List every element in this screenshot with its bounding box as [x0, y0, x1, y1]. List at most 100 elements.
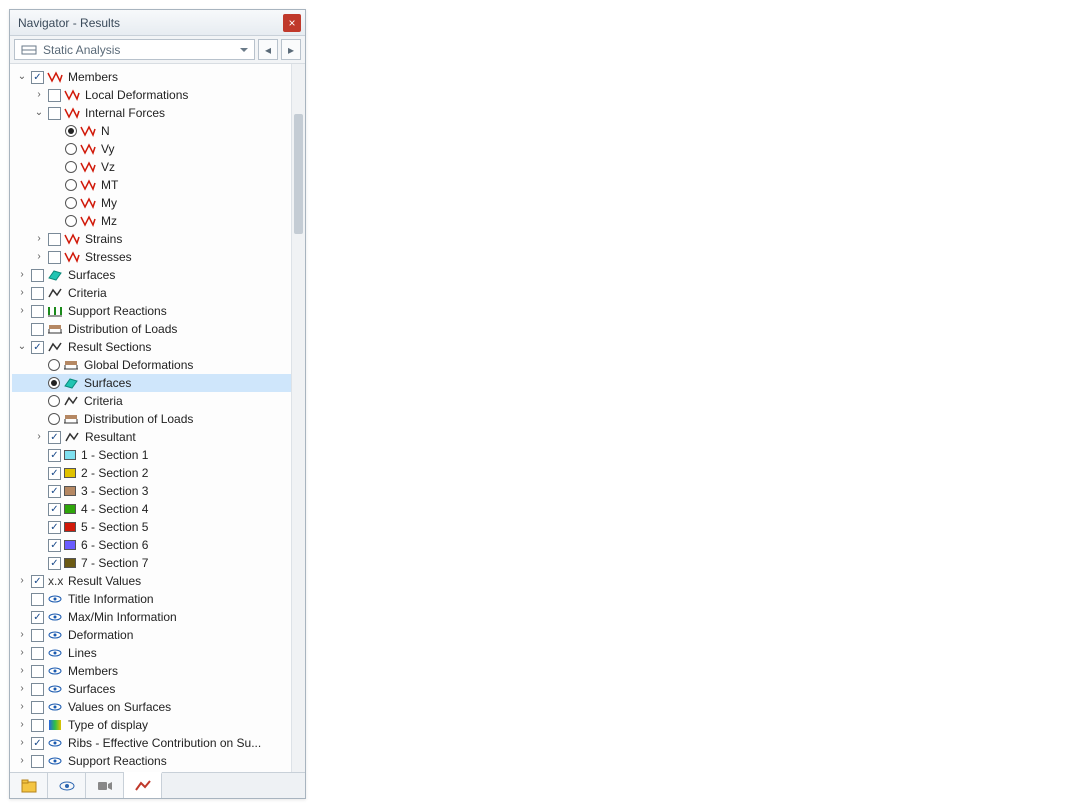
tree-row[interactable]: Distribution of Loads — [12, 320, 291, 338]
tree-row[interactable]: 5 - Section 5 — [12, 518, 291, 536]
tree-checkbox[interactable] — [31, 575, 44, 588]
tree-checkbox[interactable] — [48, 539, 61, 552]
analysis-type-dropdown[interactable]: Static Analysis — [14, 39, 255, 60]
tree-row[interactable]: N — [12, 122, 291, 140]
tree-radio[interactable] — [65, 215, 77, 227]
tree-row[interactable]: ⌄Result Sections — [12, 338, 291, 356]
tab-project[interactable] — [10, 773, 48, 798]
chevron-right-icon[interactable]: › — [16, 287, 28, 299]
tree-row[interactable]: 2 - Section 2 — [12, 464, 291, 482]
chevron-right-icon[interactable]: › — [16, 629, 28, 641]
chevron-down-icon[interactable]: ⌄ — [16, 341, 28, 353]
tree-checkbox[interactable] — [31, 629, 44, 642]
tree-checkbox[interactable] — [48, 431, 61, 444]
chevron-down-icon[interactable]: ⌄ — [33, 107, 45, 119]
tree-checkbox[interactable] — [48, 251, 61, 264]
tree-row[interactable]: ›Local Deformations — [12, 86, 291, 104]
tree-checkbox[interactable] — [31, 341, 44, 354]
tree-checkbox[interactable] — [48, 521, 61, 534]
tree-row[interactable]: 6 - Section 6 — [12, 536, 291, 554]
tree-row[interactable]: Mz — [12, 212, 291, 230]
tree-row[interactable]: ⌄Members — [12, 68, 291, 86]
tree-row[interactable]: ›Lines — [12, 644, 291, 662]
tree-checkbox[interactable] — [31, 593, 44, 606]
tree-checkbox[interactable] — [31, 683, 44, 696]
tree-row[interactable]: 3 - Section 3 — [12, 482, 291, 500]
chevron-right-icon[interactable]: › — [16, 737, 28, 749]
tree-row[interactable]: ›Criteria — [12, 284, 291, 302]
next-analysis-button[interactable]: ▸ — [281, 39, 301, 60]
tree-row[interactable]: ›Values on Surfaces — [12, 698, 291, 716]
tree-row[interactable]: ›Resultant — [12, 428, 291, 446]
tree-scrollbar[interactable] — [291, 64, 305, 772]
chevron-right-icon[interactable]: › — [16, 701, 28, 713]
tree-row[interactable]: ›Members — [12, 662, 291, 680]
tree-radio[interactable] — [48, 413, 60, 425]
chevron-right-icon[interactable]: › — [16, 305, 28, 317]
tree-row[interactable]: ›Stresses — [12, 248, 291, 266]
tree-checkbox[interactable] — [31, 269, 44, 282]
chevron-right-icon[interactable]: › — [16, 719, 28, 731]
tree-row[interactable]: My — [12, 194, 291, 212]
tree-row[interactable]: Max/Min Information — [12, 608, 291, 626]
tree-checkbox[interactable] — [31, 647, 44, 660]
tree-row[interactable]: 1 - Section 1 — [12, 446, 291, 464]
tab-record[interactable] — [86, 773, 124, 798]
chevron-right-icon[interactable]: › — [16, 755, 28, 767]
tab-results[interactable] — [124, 772, 162, 798]
tree-checkbox[interactable] — [31, 701, 44, 714]
tree-radio[interactable] — [65, 197, 77, 209]
tree-row[interactable]: ›Support Reactions — [12, 752, 291, 770]
tree-radio[interactable] — [65, 161, 77, 173]
tree-row[interactable]: ›Deformation — [12, 626, 291, 644]
tree-row[interactable]: Vy — [12, 140, 291, 158]
chevron-right-icon[interactable]: › — [33, 89, 45, 101]
tree-checkbox[interactable] — [48, 89, 61, 102]
tree-checkbox[interactable] — [31, 737, 44, 750]
tree-checkbox[interactable] — [31, 71, 44, 84]
tree-checkbox[interactable] — [48, 503, 61, 516]
chevron-right-icon[interactable]: › — [16, 575, 28, 587]
tree-checkbox[interactable] — [31, 305, 44, 318]
tree-radio[interactable] — [65, 125, 77, 137]
tree-checkbox[interactable] — [31, 323, 44, 336]
prev-analysis-button[interactable]: ◂ — [258, 39, 278, 60]
tree-row[interactable]: ›Ribs - Effective Contribution on Su... — [12, 734, 291, 752]
tree-checkbox[interactable] — [31, 755, 44, 768]
tree-radio[interactable] — [48, 377, 60, 389]
tree-row[interactable]: ›Strains — [12, 230, 291, 248]
navigator-titlebar[interactable]: Navigator - Results × — [10, 10, 305, 36]
tree-row[interactable]: Global Deformations — [12, 356, 291, 374]
tree-row[interactable]: 4 - Section 4 — [12, 500, 291, 518]
tree-checkbox[interactable] — [31, 719, 44, 732]
chevron-right-icon[interactable]: › — [16, 665, 28, 677]
results-tree[interactable]: ⌄Members›Local Deformations⌄Internal For… — [10, 64, 291, 772]
tree-checkbox[interactable] — [31, 665, 44, 678]
tree-row[interactable]: ›Type of display — [12, 716, 291, 734]
tree-row[interactable]: MT — [12, 176, 291, 194]
chevron-right-icon[interactable]: › — [33, 431, 45, 443]
tree-radio[interactable] — [65, 143, 77, 155]
tree-checkbox[interactable] — [31, 611, 44, 624]
tree-row[interactable]: ›Support Reactions — [12, 302, 291, 320]
chevron-right-icon[interactable]: › — [33, 251, 45, 263]
tree-row[interactable]: ⌄Internal Forces — [12, 104, 291, 122]
close-icon[interactable]: × — [283, 14, 301, 32]
tree-checkbox[interactable] — [48, 107, 61, 120]
tree-row[interactable]: ›Surfaces — [12, 266, 291, 284]
chevron-right-icon[interactable]: › — [33, 233, 45, 245]
tree-row[interactable]: Distribution of Loads — [12, 410, 291, 428]
tree-row[interactable]: Vz — [12, 158, 291, 176]
tree-row[interactable]: ›Surfaces — [12, 680, 291, 698]
tree-checkbox[interactable] — [48, 233, 61, 246]
tree-row[interactable]: 7 - Section 7 — [12, 554, 291, 572]
tree-row[interactable]: Title Information — [12, 590, 291, 608]
tree-checkbox[interactable] — [48, 557, 61, 570]
chevron-right-icon[interactable]: › — [16, 269, 28, 281]
tree-radio[interactable] — [65, 179, 77, 191]
tree-checkbox[interactable] — [48, 467, 61, 480]
chevron-down-icon[interactable]: ⌄ — [16, 71, 28, 83]
tree-checkbox[interactable] — [48, 485, 61, 498]
tab-views[interactable] — [48, 773, 86, 798]
tree-checkbox[interactable] — [31, 287, 44, 300]
